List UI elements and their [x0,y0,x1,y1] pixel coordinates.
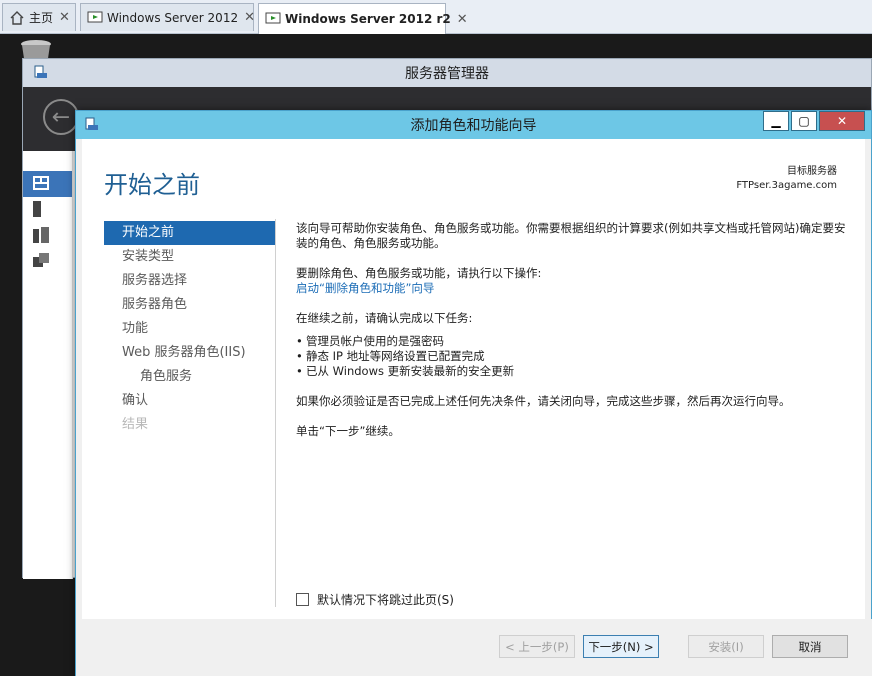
wizard-body: 开始之前 目标服务器 FTPser.3agame.com 开始之前 安装类型 服… [82,139,865,619]
server-manager-titlebar: 服务器管理器 [23,59,871,87]
skip-page-checkbox[interactable] [296,593,309,606]
steps-divider [275,219,276,607]
remove-prompt: 要删除角色、角色服务或功能，请执行以下操作: [296,266,542,280]
local-server-icon [33,200,41,220]
wizard-title: 添加角色和功能向导 [410,118,537,134]
verify-note: 如果你必须验证是否已完成上述任何先决条件，请关闭向导，完成这些步骤，然后再次运行… [296,394,791,408]
wizard-titlebar: 添加角色和功能向导 ▁ ▢ ✕ [76,111,871,139]
previous-button[interactable]: < 上一步(P) [499,635,575,658]
skip-page-option[interactable]: 默认情况下将跳过此页(S) [296,591,454,608]
remove-roles-link[interactable]: 启动“删除角色和功能”向导 [296,281,434,295]
step-installation-type[interactable]: 安装类型 [104,245,276,269]
next-note: 单击“下一步”继续。 [296,424,400,438]
sidebar-item-all-servers[interactable] [23,223,72,249]
before-continue-text: 在继续之前，请确认完成以下任务: [296,311,473,325]
server-manager-icon [33,64,49,84]
minimize-button[interactable]: ▁ [763,111,789,131]
step-server-roles[interactable]: 服务器角色 [104,293,276,317]
prerequisite-list: 管理员帐户使用的是强密码 静态 IP 地址等网络设置已配置完成 已从 Windo… [296,334,852,379]
target-server-info: 目标服务器 FTPser.3agame.com [736,165,837,193]
target-server-label: 目标服务器 [787,166,837,177]
close-icon[interactable]: ✕ [455,12,470,27]
close-icon[interactable]: ✕ [57,10,72,25]
list-item: 静态 IP 地址等网络设置已配置完成 [296,349,852,364]
tab-label: 主页 [29,11,54,25]
close-button[interactable]: ✕ [819,111,865,131]
vm-icon [265,11,281,27]
back-arrow-icon[interactable]: ← [43,99,79,135]
maximize-icon: ▢ [798,114,810,128]
list-item: 管理员帐户使用的是强密码 [296,334,852,349]
server-manager-title: 服务器管理器 [405,66,489,82]
minimize-icon: ▁ [771,114,781,128]
home-icon [9,10,25,26]
step-web-server-role[interactable]: Web 服务器角色(IIS) [104,341,276,365]
target-server-name: FTPser.3agame.com [736,180,837,191]
step-features[interactable]: 功能 [104,317,276,341]
dashboard-icon [33,175,49,193]
tab-windows-server-2012[interactable]: Windows Server 2012 ✕ [80,3,257,31]
step-results: 结果 [122,417,149,432]
wizard-content: 该向导可帮助你安装角色、角色服务或功能。你需要根据组织的计算要求(例如共享文档或… [296,221,852,454]
server-manager-sidebar [23,151,73,579]
close-icon: ✕ [836,114,848,128]
file-services-icon [33,252,49,272]
step-confirmation[interactable]: 确认 [104,389,276,413]
wizard-app-icon [84,116,100,136]
sidebar-item-file-services[interactable] [23,249,72,275]
vm-icon [87,10,103,26]
tab-windows-server-2012-r2[interactable]: Windows Server 2012 r2 ✕ [258,3,468,34]
sidebar-item-local-server[interactable] [23,197,72,223]
page-title: 开始之前 [104,171,200,199]
install-button[interactable]: 安装(I) [688,635,764,658]
wizard-footer: < 上一步(P) 下一步(N) > 安装(I) 取消 [76,619,872,676]
tab-home[interactable]: 主页 ✕ [2,3,76,31]
step-server-selection[interactable]: 服务器选择 [104,269,276,293]
close-icon[interactable]: ✕ [242,10,257,25]
step-before-you-begin[interactable]: 开始之前 [104,221,276,245]
step-role-services[interactable]: 角色服务 [104,365,276,389]
list-item: 已从 Windows 更新安装最新的安全更新 [296,364,852,379]
sidebar-item-dashboard[interactable] [23,171,72,197]
remove-section: 要删除角色、角色服务或功能，请执行以下操作: 启动“删除角色和功能”向导 [296,266,852,296]
window-controls: ▁ ▢ ✕ [761,111,865,131]
next-button[interactable]: 下一步(N) > [583,635,659,658]
cancel-button[interactable]: 取消 [772,635,848,658]
add-roles-wizard: 添加角色和功能向导 ▁ ▢ ✕ 开始之前 目标服务器 FTPser.3agame… [75,110,872,676]
all-servers-icon [33,226,49,246]
wizard-steps-nav: 开始之前 安装类型 服务器选择 服务器角色 功能 Web 服务器角色(IIS) … [104,221,276,437]
skip-page-label: 默认情况下将跳过此页(S) [317,593,454,607]
tab-label: Windows Server 2012 r2 [285,12,451,26]
tab-label: Windows Server 2012 [107,10,239,25]
vm-tab-bar: 主页 ✕ Windows Server 2012 ✕ Windows Serve… [0,0,872,34]
maximize-button[interactable]: ▢ [791,111,817,131]
intro-text: 该向导可帮助你安装角色、角色服务或功能。你需要根据组织的计算要求(例如共享文档或… [296,221,846,250]
